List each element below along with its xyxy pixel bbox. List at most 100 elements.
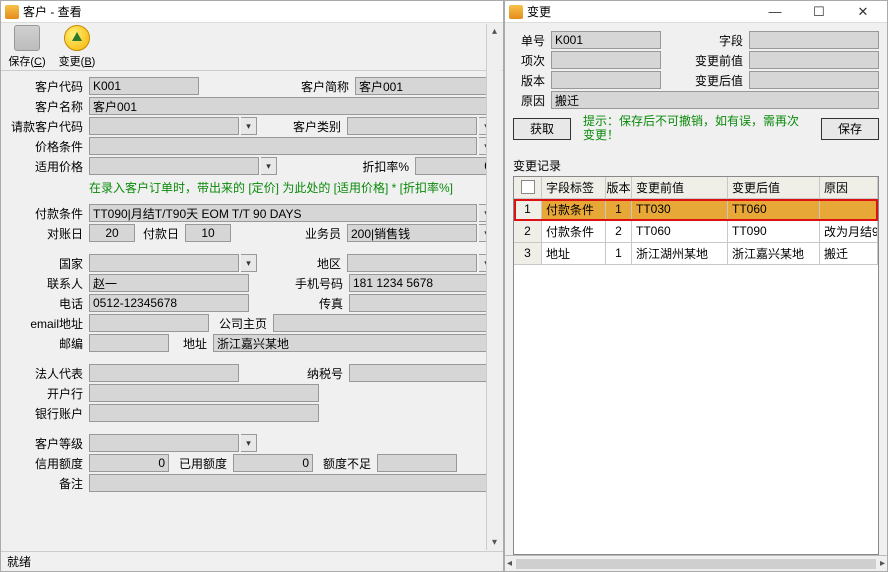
price-hint: 在录入客户订单时，带出来的 [定价] 为此处的 [适用价格] * [折扣率%]	[5, 177, 495, 202]
col-field[interactable]: 字段标签	[542, 177, 606, 199]
label-homepage: 公司主页	[211, 315, 271, 332]
minimize-button[interactable]: —	[755, 2, 795, 22]
grid-corner[interactable]	[514, 177, 542, 199]
label-field: 字段	[689, 32, 747, 49]
close-button[interactable]: ✕	[843, 2, 883, 22]
grid-header: 字段标签 版本 变更前值 变更后值 原因	[514, 177, 878, 199]
discount-field[interactable]: 0	[415, 157, 495, 175]
right-titlebar: 变更 — ☐ ✕	[505, 1, 887, 23]
zip-field[interactable]	[89, 334, 169, 352]
after-field[interactable]	[749, 71, 879, 89]
maximize-button[interactable]: ☐	[799, 2, 839, 22]
fax-field[interactable]	[349, 294, 495, 312]
bill-to-dropdown[interactable]: ▾	[241, 117, 257, 135]
right-hscrollbar[interactable]: ◂▸	[505, 555, 887, 571]
country-field[interactable]	[89, 254, 239, 272]
label-email: email地址	[5, 315, 87, 332]
table-row[interactable]: 2付款条件2TT060TT090改为月结90	[514, 221, 878, 243]
label-short: 额度不足	[315, 455, 375, 472]
table-cell: 1	[606, 243, 632, 265]
taxno-field[interactable]	[349, 364, 495, 382]
change-icon	[64, 25, 90, 51]
label-mobile: 手机号码	[287, 275, 347, 292]
table-cell: TT060	[728, 199, 820, 221]
price-cond-field[interactable]	[89, 137, 477, 155]
label-remark: 备注	[5, 475, 87, 492]
remark-field[interactable]	[89, 474, 495, 492]
left-title: 客户 - 查看	[23, 3, 82, 20]
label-discount: 折扣率%	[353, 158, 413, 175]
bank-field[interactable]	[89, 384, 319, 402]
salesman-field[interactable]: 200|销售钱	[347, 224, 477, 242]
label-reason: 原因	[513, 92, 549, 109]
col-after[interactable]: 变更后值	[728, 177, 820, 199]
table-cell: 地址	[542, 243, 606, 265]
save-button[interactable]: 保存(C)	[7, 25, 47, 69]
col-reason[interactable]: 原因	[820, 177, 878, 199]
pay-day-field[interactable]: 10	[185, 224, 231, 242]
label-cust-short: 客户简称	[293, 78, 353, 95]
cust-cat-field[interactable]	[347, 117, 477, 135]
field-field[interactable]	[749, 31, 879, 49]
credit-field[interactable]: 0	[89, 454, 169, 472]
recon-day-field[interactable]: 20	[89, 224, 135, 242]
table-cell: 搬迁	[820, 243, 878, 265]
cust-code-field[interactable]: K001	[89, 77, 199, 95]
label-version: 版本	[513, 72, 549, 89]
label-cust-code: 客户代码	[5, 78, 87, 95]
table-cell: TT090	[728, 221, 820, 243]
label-fax: 传真	[287, 295, 347, 312]
account-field[interactable]	[89, 404, 319, 422]
reason-field[interactable]: 搬迁	[551, 91, 879, 109]
label-used: 已用额度	[171, 455, 231, 472]
left-statusbar: 就绪	[1, 551, 503, 571]
homepage-field[interactable]	[273, 314, 495, 332]
table-cell: 改为月结90	[820, 221, 878, 243]
table-cell: 1	[514, 199, 542, 221]
table-row[interactable]: 3地址1浙江湖州某地浙江嘉兴某地搬迁	[514, 243, 878, 265]
section-change-log: 变更记录	[505, 157, 887, 174]
right-title: 变更	[527, 3, 551, 20]
table-cell: 付款条件	[542, 199, 606, 221]
grade-dropdown[interactable]: ▾	[241, 434, 257, 452]
version-field[interactable]	[551, 71, 661, 89]
bill-to-field[interactable]	[89, 117, 239, 135]
label-after: 变更后值	[689, 72, 747, 89]
apply-price-dropdown[interactable]: ▾	[261, 157, 277, 175]
save-icon	[14, 25, 40, 51]
item-field[interactable]	[551, 51, 661, 69]
label-cust-name: 客户名称	[5, 98, 87, 115]
contact-field[interactable]: 赵一	[89, 274, 249, 292]
region-field[interactable]	[347, 254, 477, 272]
change-button[interactable]: 变更(B)	[57, 25, 97, 69]
apply-price-field[interactable]	[89, 157, 259, 175]
col-version[interactable]: 版本	[606, 177, 632, 199]
email-field[interactable]	[89, 314, 209, 332]
label-pay-cond: 付款条件	[5, 205, 87, 222]
col-before[interactable]: 变更前值	[632, 177, 728, 199]
left-vscrollbar[interactable]: ▴▾	[486, 24, 502, 550]
grade-field[interactable]	[89, 434, 239, 452]
cust-name-field[interactable]: 客户001	[89, 97, 495, 115]
pay-cond-field[interactable]: TT090|月结T/T90天 EOM T/T 90 DAYS	[89, 204, 477, 222]
country-dropdown[interactable]: ▾	[241, 254, 257, 272]
label-country: 国家	[5, 255, 87, 272]
grid-body: 1付款条件1TT030TT0602付款条件2TT060TT090改为月结903地…	[514, 199, 878, 554]
used-field[interactable]: 0	[233, 454, 313, 472]
fetch-button[interactable]: 获取	[513, 118, 571, 140]
address-field[interactable]: 浙江嘉兴某地	[213, 334, 495, 352]
docno-field[interactable]: K001	[551, 31, 661, 49]
save-button-right[interactable]: 保存	[821, 118, 879, 140]
label-bank: 开户行	[5, 385, 87, 402]
label-address: 地址	[171, 335, 211, 352]
before-field[interactable]	[749, 51, 879, 69]
table-row[interactable]: 1付款条件1TT030TT060	[514, 199, 878, 221]
left-body: 客户代码 K001 客户简称 客户001 客户名称 客户001 请款客户代码 ▾…	[1, 71, 503, 551]
mobile-field[interactable]: 181 1234 5678	[349, 274, 495, 292]
app-icon	[5, 5, 19, 19]
label-cust-cat: 客户类别	[285, 118, 345, 135]
cust-short-field[interactable]: 客户001	[355, 77, 495, 95]
short-field[interactable]	[377, 454, 457, 472]
phone-field[interactable]: 0512-12345678	[89, 294, 249, 312]
legal-field[interactable]	[89, 364, 239, 382]
